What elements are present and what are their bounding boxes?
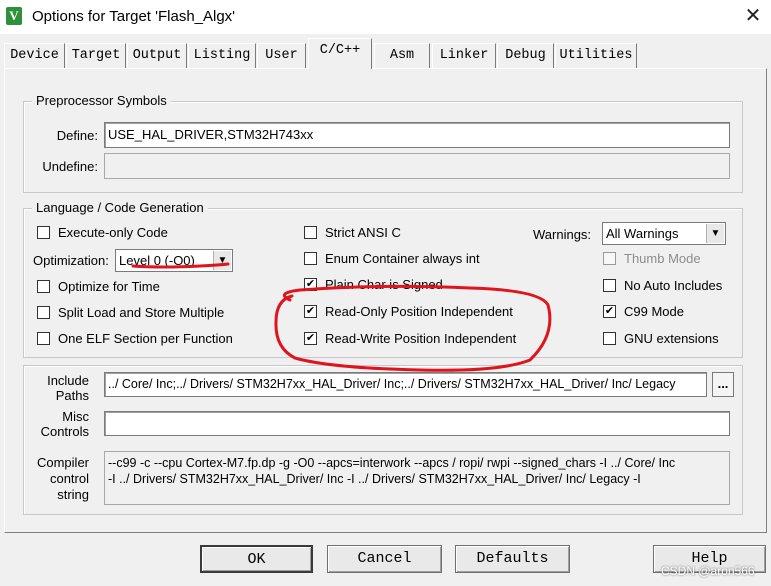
gnu-ext-checkbox[interactable] (603, 332, 616, 345)
check-icon: ✔ (604, 305, 615, 317)
check-icon: ✔ (305, 305, 316, 317)
compiler-string-line2: -I ../ Drivers/ STM32H7xx_HAL_Driver/ In… (108, 472, 641, 486)
strict-ansi-checkbox[interactable] (304, 226, 317, 239)
csdn-watermark: CSDN @aron566 (661, 564, 755, 578)
misc-controls-input[interactable] (104, 411, 730, 436)
plain-char-label[interactable]: Plain Char is Signed (325, 277, 443, 292)
undefine-label: Undefine: (42, 159, 98, 174)
enum-container-checkbox[interactable] (304, 252, 317, 265)
tab-utilities[interactable]: Utilities (555, 43, 637, 68)
tab-output[interactable]: Output (127, 43, 187, 68)
compiler-label-line1: Compiler (36, 455, 89, 470)
gnu-ext-label[interactable]: GNU extensions (624, 331, 719, 346)
define-input[interactable]: USE_HAL_DRIVER,STM32H743xx (104, 122, 730, 148)
misc-label-line2: Controls (40, 424, 89, 439)
close-icon[interactable]: ✕ (740, 4, 766, 28)
compiler-label-line2: control (49, 471, 89, 486)
tab-linker[interactable]: Linker (432, 43, 496, 68)
one-elf-checkbox[interactable] (37, 332, 50, 345)
thumb-mode-checkbox[interactable] (603, 252, 616, 265)
tab-listing[interactable]: Listing (188, 43, 256, 68)
include-label-line1: Include (47, 373, 89, 388)
include-paths-browse-button[interactable]: ... (712, 372, 734, 397)
compiler-control-label: Compiler control string (28, 455, 89, 503)
check-icon: ✔ (305, 278, 316, 290)
compiler-string-line1: --c99 -c --cpu Cortex-M7.fp.dp -g -O0 --… (108, 456, 676, 470)
tab-c-cpp[interactable]: C/C++ (308, 38, 372, 69)
rwpi-label[interactable]: Read-Write Position Independent (325, 331, 516, 346)
c99-mode-label[interactable]: C99 Mode (624, 304, 684, 319)
ok-button[interactable]: OK (200, 545, 313, 573)
warnings-label: Warnings: (533, 227, 592, 242)
thumb-mode-label[interactable]: Thumb Mode (624, 251, 701, 266)
strict-ansi-label[interactable]: Strict ANSI C (325, 225, 401, 240)
compiler-label-line3: string (57, 487, 89, 502)
include-paths-input[interactable]: ../ Core/ Inc;../ Drivers/ STM32H7xx_HAL… (104, 372, 707, 397)
c99-mode-checkbox[interactable]: ✔ (603, 305, 616, 318)
no-auto-includes-checkbox[interactable] (603, 279, 616, 292)
misc-controls-label: Misc Controls (28, 409, 89, 439)
check-icon: ✔ (305, 332, 316, 344)
split-load-checkbox[interactable] (37, 306, 50, 319)
plain-char-checkbox[interactable]: ✔ (304, 278, 317, 291)
optimization-dropdown[interactable]: Level 0 (-O0) ▼ (115, 249, 233, 272)
include-paths-label: Include Paths (28, 373, 89, 403)
optimize-time-checkbox[interactable] (37, 280, 50, 293)
tab-target[interactable]: Target (66, 43, 126, 68)
execute-only-label[interactable]: Execute-only Code (58, 225, 168, 240)
tab-user[interactable]: User (257, 43, 306, 68)
tab-device[interactable]: Device (4, 43, 65, 68)
keil-app-icon: V (6, 7, 22, 25)
tab-asm[interactable]: Asm (374, 43, 430, 68)
one-elf-label[interactable]: One ELF Section per Function (58, 331, 233, 346)
tab-debug[interactable]: Debug (497, 43, 554, 68)
language-legend: Language / Code Generation (32, 200, 208, 215)
no-auto-includes-label[interactable]: No Auto Includes (624, 278, 722, 293)
include-label-line2: Paths (55, 388, 89, 403)
undefine-input[interactable] (104, 153, 730, 179)
rwpi-checkbox[interactable]: ✔ (304, 332, 317, 345)
execute-only-checkbox[interactable] (37, 226, 50, 239)
warnings-value: All Warnings (606, 226, 679, 241)
preprocessor-legend: Preprocessor Symbols (32, 93, 171, 108)
misc-label-line1: Misc (62, 409, 89, 424)
define-label: Define: (56, 128, 98, 143)
defaults-button[interactable]: Defaults (455, 545, 570, 573)
optimization-label: Optimization: (33, 253, 109, 268)
cancel-button[interactable]: Cancel (327, 545, 442, 573)
window-title: Options for Target 'Flash_Algx' (32, 8, 236, 25)
chevron-down-icon: ▼ (213, 251, 231, 270)
chevron-down-icon: ▼ (706, 224, 724, 243)
warnings-dropdown[interactable]: All Warnings ▼ (602, 222, 726, 245)
compiler-control-string: --c99 -c --cpu Cortex-M7.fp.dp -g -O0 --… (104, 451, 730, 505)
split-load-label[interactable]: Split Load and Store Multiple (58, 305, 224, 320)
optimization-value: Level 0 (-O0) (119, 253, 195, 268)
ropi-checkbox[interactable]: ✔ (304, 305, 317, 318)
ropi-label[interactable]: Read-Only Position Independent (325, 304, 513, 319)
optimize-time-label[interactable]: Optimize for Time (58, 279, 160, 294)
enum-container-label[interactable]: Enum Container always int (325, 251, 480, 266)
